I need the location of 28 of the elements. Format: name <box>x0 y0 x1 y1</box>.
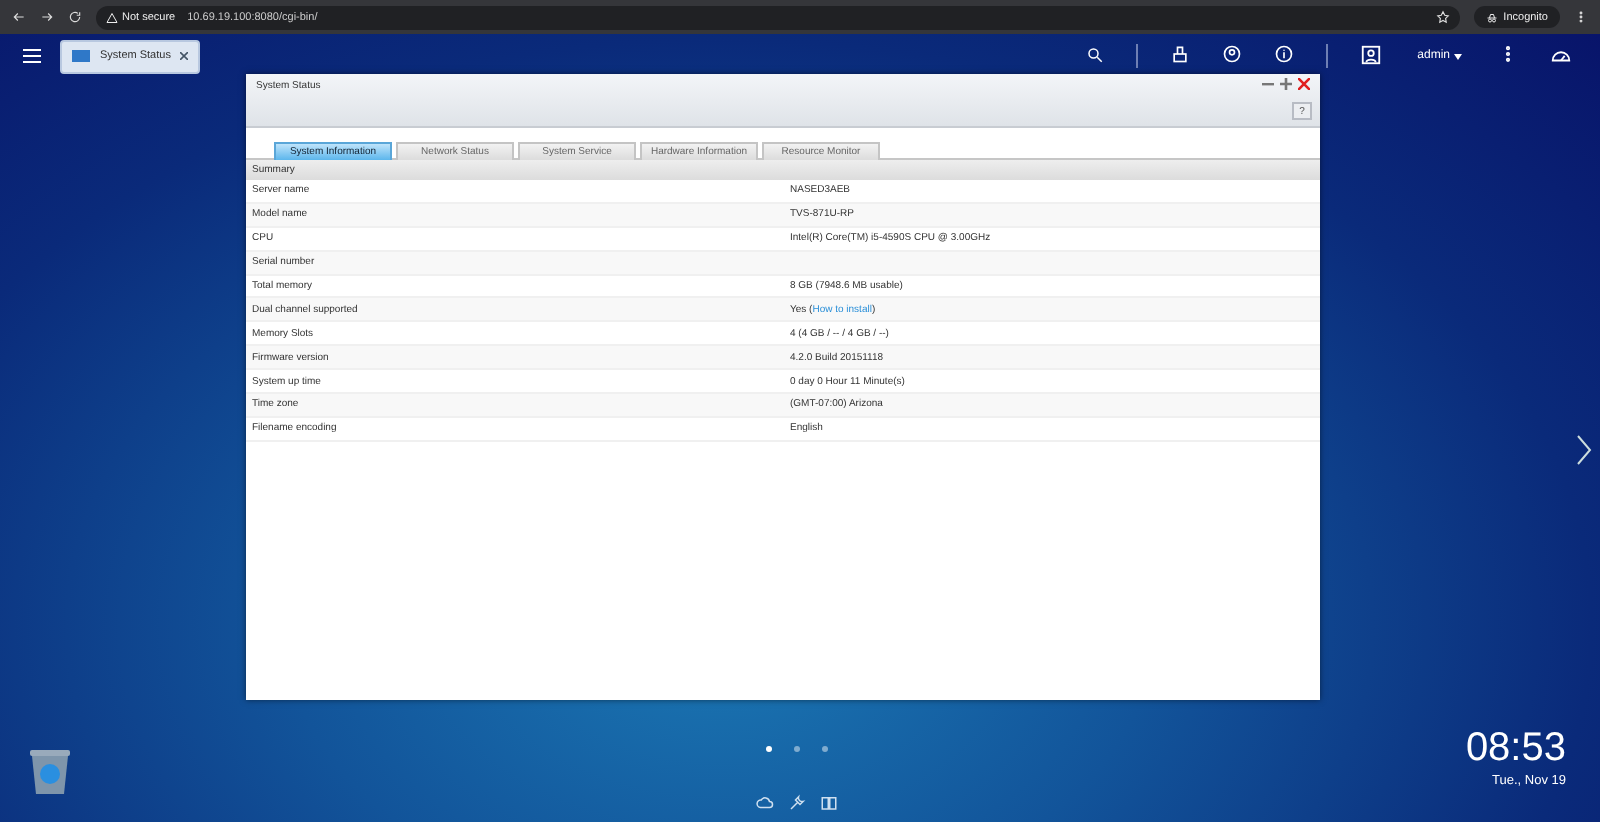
page-dot[interactable] <box>822 746 828 752</box>
more-icon[interactable] <box>1574 10 1588 24</box>
forward-icon[interactable] <box>40 10 54 24</box>
close-icon[interactable] <box>1298 78 1310 90</box>
next-page-icon[interactable] <box>1576 434 1592 466</box>
tasks-icon[interactable] <box>1169 44 1190 64</box>
book-icon[interactable] <box>820 794 838 812</box>
trash-icon[interactable] <box>28 748 72 796</box>
page-dot[interactable] <box>794 746 800 752</box>
search-icon[interactable] <box>1085 45 1104 63</box>
monitor-icon <box>72 49 90 63</box>
cloud-icon[interactable] <box>756 794 774 812</box>
caret-icon <box>1454 53 1462 59</box>
incognito-icon[interactable] <box>1485 11 1498 23</box>
minimize-icon[interactable] <box>1262 78 1274 90</box>
star-icon[interactable] <box>1435 10 1450 24</box>
close-icon[interactable] <box>180 52 189 60</box>
reload-icon[interactable] <box>68 10 82 24</box>
warning-icon[interactable] <box>106 11 118 23</box>
sync-icon[interactable] <box>1221 44 1242 64</box>
menu-icon[interactable] <box>20 44 44 68</box>
clock-time: 08:53 <box>1465 726 1566 772</box>
page-dot[interactable] <box>766 746 772 752</box>
tools-icon[interactable] <box>788 794 806 812</box>
maximize-icon[interactable] <box>1280 78 1292 90</box>
user-icon[interactable] <box>1359 43 1382 65</box>
info-icon[interactable] <box>1273 44 1294 64</box>
back-icon[interactable] <box>12 10 26 24</box>
